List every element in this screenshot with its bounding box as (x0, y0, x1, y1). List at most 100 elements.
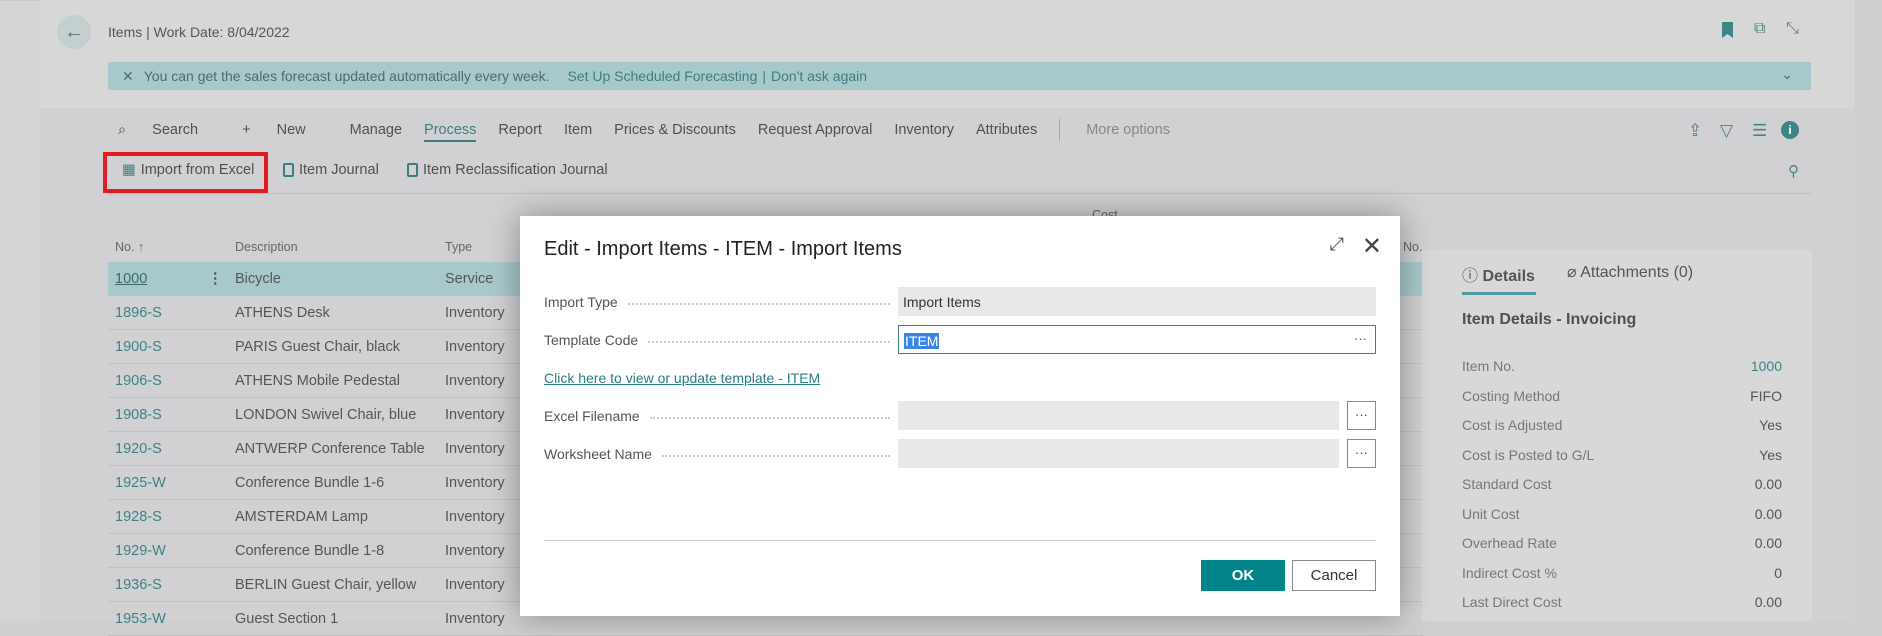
menu-new[interactable]: + New (242, 122, 328, 142)
item-no-link[interactable]: 1908-S (115, 407, 162, 423)
page-title: Items | Work Date: 8/04/2022 (108, 24, 290, 40)
factbox-field: Indirect Cost % 0 (1462, 565, 1782, 581)
list-icon[interactable]: ☰ (1752, 121, 1767, 141)
field-value: 0.00 (1754, 535, 1782, 551)
item-description: AMSTERDAM Lamp (235, 509, 368, 525)
divider (1059, 119, 1061, 141)
info-icon[interactable]: i (1781, 121, 1799, 139)
paperclip-icon: ⌀ (1567, 264, 1581, 281)
chevron-down-icon[interactable]: ⌄ (1781, 66, 1793, 83)
factbox-field: Standard Cost 0.00 (1462, 476, 1782, 492)
tab-attachments[interactable]: ⌀ Attachments (0) (1567, 262, 1693, 282)
menu-report[interactable]: Report (498, 122, 542, 142)
template-code-input[interactable]: ITEM ··· (898, 325, 1376, 354)
open-new-window-icon[interactable]: ⧉ (1754, 20, 1765, 38)
active-tab-indicator (1462, 292, 1536, 295)
menu-attributes[interactable]: Attributes (976, 122, 1037, 142)
item-description: Guest Section 1 (235, 611, 339, 627)
item-no-link[interactable]: 1928-S (115, 509, 162, 525)
field-label: Item No. (1462, 358, 1515, 374)
import-items-dialog: Edit - Import Items - ITEM - Import Item… (520, 216, 1400, 616)
info-icon: ⓘ (1462, 268, 1483, 285)
unpin-icon[interactable]: ⚲ (1788, 162, 1799, 180)
column-header-no[interactable]: No. ↑ (115, 240, 144, 254)
factbox-field: Item No. 1000 (1462, 358, 1782, 374)
tab-details[interactable]: ⓘ Details (1462, 262, 1535, 286)
menu-search[interactable]: ⌕ Search (118, 122, 220, 142)
item-no-link[interactable]: 1953-W (115, 611, 166, 627)
notification-text: You can get the sales forecast updated a… (143, 68, 550, 84)
menu-request-approval[interactable]: Request Approval (758, 122, 872, 142)
worksheet-name-label: Worksheet Name (544, 446, 898, 462)
factbox-field: Unit Cost 0.00 (1462, 506, 1782, 522)
worksheet-name-input[interactable] (898, 439, 1339, 468)
dismiss-icon[interactable]: ✕ (122, 68, 134, 85)
highlight-box (103, 152, 268, 193)
field-value: Yes (1759, 446, 1782, 463)
menu-manage[interactable]: Manage (350, 122, 402, 142)
menu-process[interactable]: Process (424, 122, 477, 142)
more-options[interactable]: More options (1086, 122, 1170, 142)
share-icon[interactable]: ⇪ (1688, 121, 1702, 141)
item-description: PARIS Guest Chair, black (235, 339, 400, 355)
item-reclassification-journal-action[interactable]: Item Reclassification Journal (407, 162, 608, 178)
plus-icon: + (242, 122, 255, 138)
item-description: ANTWERP Conference Table (235, 441, 425, 457)
item-type: Inventory (445, 611, 505, 627)
factbox-field: Cost is Adjusted Yes (1462, 417, 1782, 433)
field-label: Overhead Rate (1462, 535, 1557, 551)
notification-bar: ✕ You can get the sales forecast updated… (108, 62, 1811, 90)
expand-icon[interactable]: ⤢ (1330, 234, 1344, 255)
field-value[interactable]: 1000 (1751, 358, 1782, 374)
item-no-link[interactable]: 1929-W (115, 543, 166, 559)
journal-icon (407, 163, 418, 177)
field-label: Cost is Posted to G/L (1462, 446, 1595, 463)
menu-inventory[interactable]: Inventory (894, 122, 954, 142)
item-description: BERLIN Guest Chair, yellow (235, 577, 417, 593)
item-journal-action[interactable]: Item Journal (283, 162, 379, 178)
field-label: Standard Cost (1462, 476, 1552, 492)
import-type-field: Import Items (898, 287, 1376, 316)
item-no-link[interactable]: 1936-S (115, 577, 162, 593)
item-type: Inventory (445, 509, 505, 525)
item-type: Inventory (445, 373, 505, 389)
filter-icon[interactable]: ▽ (1720, 121, 1733, 141)
field-value: 0.00 (1754, 505, 1782, 522)
divider (108, 193, 1811, 194)
item-no-link[interactable]: 1896-S (115, 305, 162, 321)
collapse-icon[interactable]: ⤡ (1786, 20, 1799, 38)
setup-forecasting-link[interactable]: Set Up Scheduled Forecasting (567, 68, 757, 84)
dont-ask-again-link[interactable]: Don't ask again (771, 68, 867, 84)
item-no-link[interactable]: 1900-S (115, 339, 162, 355)
separator: | (762, 68, 766, 84)
template-code-label: Template Code (544, 332, 898, 348)
field-label: Last Direct Cost (1462, 594, 1562, 610)
close-icon[interactable]: ✕ (1362, 232, 1382, 261)
field-value: Yes (1759, 417, 1782, 433)
worksheet-name-lookup-button[interactable]: ··· (1347, 439, 1376, 468)
column-header-type[interactable]: Type (445, 240, 472, 254)
item-description: LONDON Swivel Chair, blue (235, 407, 417, 423)
import-type-label: Import Type (544, 294, 898, 310)
excel-filename-lookup-button[interactable]: ··· (1347, 401, 1376, 430)
field-label: Cost is Adjusted (1462, 417, 1563, 433)
factbox-field: Costing Method FIFO (1462, 388, 1782, 404)
lookup-ellipsis[interactable]: ··· (1354, 331, 1367, 346)
item-type: Inventory (445, 475, 505, 491)
item-no-link[interactable]: 1906-S (115, 373, 162, 389)
item-no-link[interactable]: 1925-W (115, 475, 166, 491)
column-header-description[interactable]: Description (235, 240, 298, 254)
field-label: Unit Cost (1462, 505, 1520, 522)
factbox-field: Overhead Rate 0.00 (1462, 535, 1782, 551)
menu-prices-discounts[interactable]: Prices & Discounts (614, 122, 736, 142)
ok-button[interactable]: OK (1201, 560, 1285, 591)
menu-item[interactable]: Item (564, 122, 592, 142)
excel-filename-input[interactable] (898, 401, 1339, 430)
item-no-link[interactable]: 1920-S (115, 441, 162, 457)
back-button[interactable]: ← (57, 15, 91, 49)
view-template-link[interactable]: Click here to view or update template - … (544, 370, 820, 386)
row-menu-icon[interactable]: ⋮ (208, 271, 223, 287)
dialog-title: Edit - Import Items - ITEM - Import Item… (544, 238, 902, 260)
cancel-button[interactable]: Cancel (1292, 560, 1376, 591)
item-no-link[interactable]: 1000 (115, 271, 147, 287)
